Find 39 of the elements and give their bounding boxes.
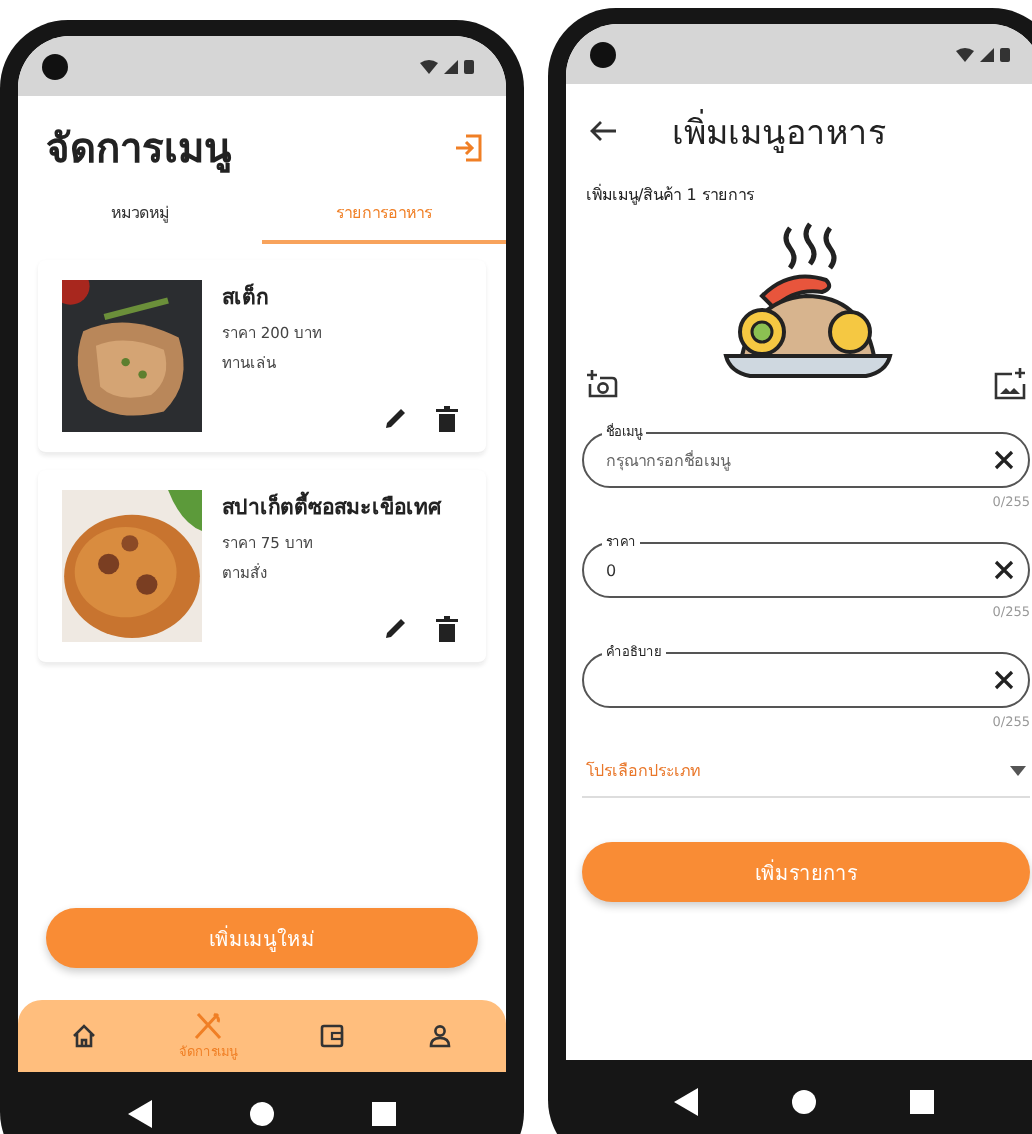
- signal-icon: [980, 47, 994, 61]
- signal-icon: [444, 59, 458, 73]
- page-title: เพิ่มเมนูอาหาร: [672, 104, 886, 158]
- wifi-icon: [956, 47, 974, 61]
- person-icon: [428, 1024, 453, 1048]
- camera-hole: [590, 41, 616, 67]
- back-icon[interactable]: [673, 1088, 698, 1116]
- clear-icon[interactable]: [994, 450, 1014, 470]
- dropdown-arrow-icon: [1010, 766, 1026, 776]
- tab[interactable]: หมวดหมู่: [18, 188, 262, 244]
- delete-icon[interactable]: [436, 616, 458, 642]
- back-arrow-icon[interactable]: [590, 120, 616, 142]
- page-title: จัดการเมนู: [46, 122, 232, 177]
- camera-hole: [42, 53, 68, 79]
- item-name: สเต็ก: [222, 281, 270, 314]
- add-image-icon[interactable]: [994, 368, 1026, 400]
- battery-icon: [464, 58, 474, 74]
- recents-icon[interactable]: [910, 1090, 935, 1114]
- home-circle-icon[interactable]: [791, 1090, 816, 1114]
- delete-icon[interactable]: [436, 406, 458, 432]
- subtitle: เพิ่มเมนู/สินค้า 1 รายการ: [584, 182, 756, 209]
- text-input[interactable]: 0: [602, 559, 994, 581]
- wallet-icon: [320, 1024, 345, 1048]
- edit-icon[interactable]: [384, 616, 408, 640]
- home-circle-icon[interactable]: [249, 1102, 274, 1126]
- edit-icon[interactable]: [384, 406, 408, 430]
- add-photo-icon[interactable]: [586, 368, 618, 400]
- clear-icon[interactable]: [994, 670, 1014, 690]
- logout-icon[interactable]: [454, 134, 482, 162]
- dropdown-placeholder: โปรเลือกประเภท: [586, 759, 700, 784]
- clear-icon[interactable]: [994, 560, 1014, 580]
- item-name: สปาเก็ตตี้ซอสมะเขือเทศ: [222, 490, 470, 524]
- battery-icon: [1000, 46, 1010, 62]
- recents-icon[interactable]: [372, 1102, 397, 1126]
- back-icon[interactable]: [127, 1100, 152, 1128]
- text-input[interactable]: กรุณากรอกชื่อเมนู: [602, 449, 994, 471]
- wifi-icon: [420, 59, 438, 73]
- fork-spoon-icon: [194, 1011, 223, 1039]
- home-icon: [71, 1024, 96, 1048]
